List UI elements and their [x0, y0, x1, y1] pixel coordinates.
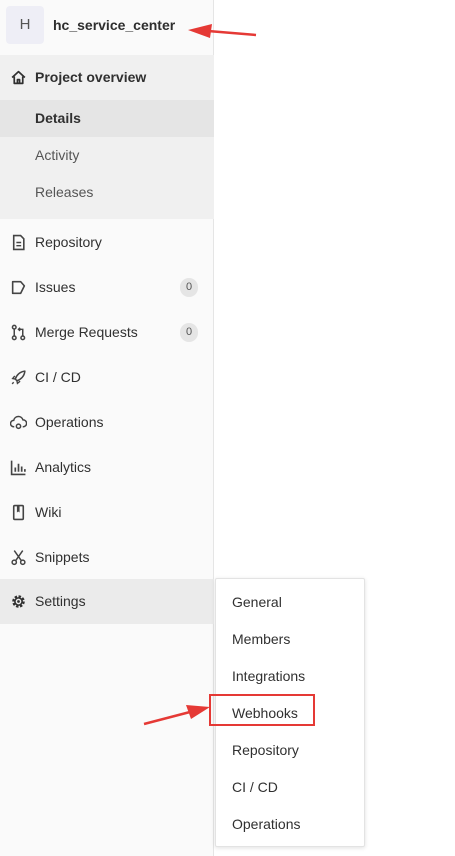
project-avatar[interactable]: H: [6, 6, 44, 44]
chart-icon: [10, 459, 27, 476]
settings-menu-label: CI / CD: [232, 779, 278, 795]
nav-label: Repository: [35, 234, 102, 250]
nav-analytics[interactable]: Analytics: [0, 445, 214, 490]
webhooks-highlight-box: [209, 694, 315, 726]
nav-snippets[interactable]: Snippets: [0, 535, 214, 580]
settings-menu-integrations[interactable]: Integrations: [216, 658, 364, 695]
settings-menu-label: Operations: [232, 816, 301, 832]
nav-merge-requests[interactable]: Merge Requests 0: [0, 310, 214, 355]
settings-menu-label: Repository: [232, 742, 299, 758]
nav-label: Project overview: [35, 69, 147, 85]
nav-label: CI / CD: [35, 369, 81, 385]
nav-wiki[interactable]: Wiki: [0, 490, 214, 535]
nav-label: Operations: [35, 414, 104, 430]
settings-menu-operations[interactable]: Operations: [216, 806, 364, 843]
nav-repository[interactable]: Repository: [0, 220, 214, 265]
nav-label: Snippets: [35, 549, 90, 565]
home-icon: [10, 69, 27, 86]
sub-item-label: Activity: [35, 147, 80, 163]
sub-item-label: Releases: [35, 184, 94, 200]
settings-menu-members[interactable]: Members: [216, 621, 364, 658]
cloud-gear-icon: [10, 414, 27, 431]
settings-menu-general[interactable]: General: [216, 584, 364, 621]
nav-label: Settings: [35, 593, 86, 609]
scissors-icon: [10, 549, 27, 566]
nav-settings[interactable]: Settings: [0, 579, 214, 624]
gear-icon: [10, 593, 27, 610]
nav-label: Analytics: [35, 459, 92, 475]
annotation-arrow-webhooks: [143, 705, 210, 726]
nav-project-overview[interactable]: Project overview: [0, 55, 214, 100]
merge-requests-count-badge: 0: [180, 323, 198, 342]
nav-issues[interactable]: Issues 0: [0, 265, 214, 310]
settings-menu-ci-cd[interactable]: CI / CD: [216, 769, 364, 806]
settings-menu-repository[interactable]: Repository: [216, 732, 364, 769]
sub-item-releases[interactable]: Releases: [0, 174, 214, 211]
sub-item-label: Details: [35, 110, 81, 126]
settings-menu-label: General: [232, 594, 282, 610]
merge-request-icon: [10, 324, 27, 341]
issues-icon: [10, 279, 27, 296]
nav-label: Wiki: [35, 504, 62, 520]
nav-label: Issues: [35, 279, 76, 295]
issues-count-badge: 0: [180, 278, 198, 297]
nav-operations[interactable]: Operations: [0, 400, 214, 445]
project-header[interactable]: H hc_service_center: [0, 0, 214, 55]
rocket-icon: [10, 369, 27, 386]
nav-label: Merge Requests: [35, 324, 138, 340]
book-icon: [10, 504, 27, 521]
sub-item-activity[interactable]: Activity: [0, 137, 214, 174]
file-icon: [10, 234, 27, 251]
sub-item-details[interactable]: Details: [0, 100, 214, 137]
settings-menu-label: Integrations: [232, 668, 306, 684]
project-name[interactable]: hc_service_center: [53, 17, 175, 33]
annotation-arrow-project: [188, 24, 257, 38]
nav-ci-cd[interactable]: CI / CD: [0, 355, 214, 400]
project-overview-group: Project overview Details Activity Releas…: [0, 55, 214, 219]
settings-menu-label: Members: [232, 631, 291, 647]
